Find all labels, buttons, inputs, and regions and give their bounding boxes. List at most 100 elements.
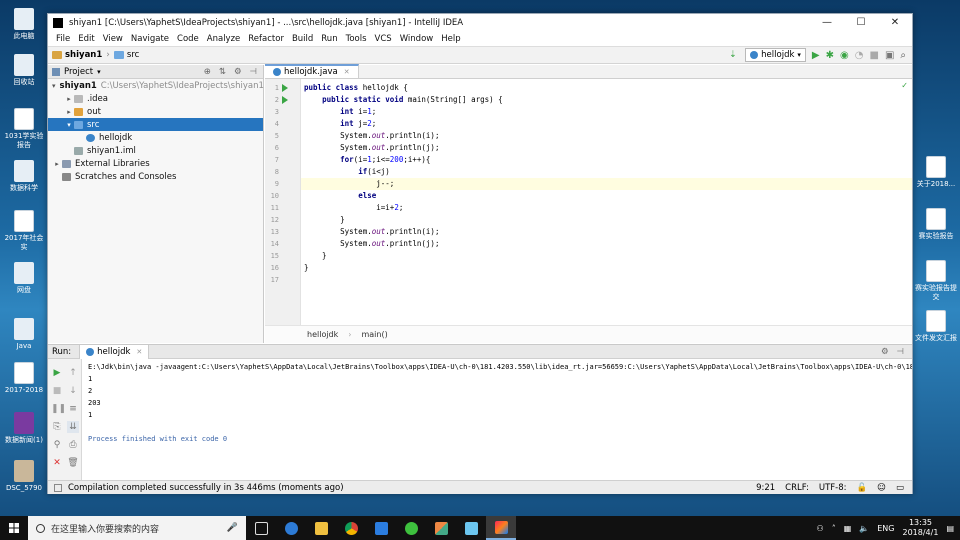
code-line[interactable]: for(i=1;i<=200;i++){: [301, 154, 912, 166]
expand-arrow-icon[interactable]: ▾: [52, 82, 56, 90]
desktop-icon[interactable]: 赛实验报告提交: [914, 260, 958, 302]
clock[interactable]: 13:35 2018/4/1: [903, 518, 939, 538]
volume-icon[interactable]: 🔈: [859, 524, 869, 533]
desktop-icon[interactable]: 1031学实验报告: [2, 108, 46, 150]
desktop-icon[interactable]: 回收站: [2, 54, 46, 87]
editor-breadcrumb-method[interactable]: main(): [361, 330, 387, 339]
run-config-select[interactable]: hellojdk ▾: [745, 48, 806, 62]
soft-wrap-icon[interactable]: ≡: [67, 403, 79, 415]
project-pane-title[interactable]: Project: [64, 67, 93, 77]
taskbar-explorer[interactable]: [306, 516, 336, 540]
desktop-icon[interactable]: 文件发文汇报: [914, 310, 958, 343]
project-structure-icon[interactable]: ▣: [885, 50, 894, 61]
input-language[interactable]: ENG: [877, 524, 894, 533]
tree-item[interactable]: ▾ shiyan1 C:\Users\YaphetS\IdeaProjects\sh…: [48, 79, 264, 92]
debug-icon[interactable]: ✱: [826, 50, 834, 61]
run-tab[interactable]: hellojdk ✕: [79, 344, 150, 359]
code-line[interactable]: System.out.println(i);: [301, 226, 912, 238]
editor-breadcrumb-class[interactable]: hellojdk: [307, 330, 338, 339]
search-icon[interactable]: ⌕: [900, 50, 906, 61]
stop-icon[interactable]: ■: [51, 385, 63, 397]
code-line[interactable]: System.out.println(j);: [301, 142, 912, 154]
menu-tools[interactable]: Tools: [342, 34, 371, 44]
tree-item[interactable]: Scratches and Consoles: [48, 170, 263, 183]
coverage-icon[interactable]: ◉: [840, 50, 849, 61]
tree-item[interactable]: hellojdk: [48, 131, 263, 144]
menu-view[interactable]: View: [99, 34, 127, 44]
status-toggle-icon[interactable]: [54, 483, 62, 492]
microphone-icon[interactable]: 🎤: [227, 523, 238, 533]
code-line[interactable]: i=i+2;: [301, 202, 912, 214]
minimize-button[interactable]: —: [810, 14, 844, 32]
menu-run[interactable]: Run: [317, 34, 341, 44]
close-icon[interactable]: ✕: [136, 348, 142, 356]
run-icon[interactable]: ▶: [812, 50, 820, 61]
hide-icon[interactable]: ⊣: [250, 67, 257, 77]
gutter-run-icon[interactable]: [282, 96, 288, 104]
arrow-up-icon[interactable]: ↑: [67, 367, 79, 379]
editor-tab[interactable]: hellojdk.java ✕: [265, 64, 359, 78]
desktop-icon[interactable]: Java: [2, 318, 46, 351]
file-encoding[interactable]: UTF-8:: [819, 483, 847, 493]
code-line[interactable]: System.out.println(j);: [301, 238, 912, 250]
code-line[interactable]: int j=2;: [301, 118, 912, 130]
tree-item[interactable]: ▸ External Libraries: [48, 157, 263, 170]
desktop-icon[interactable]: DSC_5790: [2, 460, 46, 493]
scroll-to-end-icon[interactable]: ⇊: [67, 421, 79, 433]
menu-vcs[interactable]: VCS: [371, 34, 396, 44]
tree-item[interactable]: ▸ out: [48, 105, 263, 118]
profile-icon[interactable]: ◔: [855, 50, 864, 61]
caret-position[interactable]: 9:21: [756, 483, 775, 493]
taskbar-wechat[interactable]: [396, 516, 426, 540]
pause-icon[interactable]: ❚❚: [51, 403, 66, 415]
lock-icon[interactable]: 🔓: [857, 483, 868, 493]
task-view-button[interactable]: [246, 516, 276, 540]
expand-arrow-icon[interactable]: ▸: [64, 108, 74, 116]
menu-build[interactable]: Build: [288, 34, 317, 44]
arrow-down-icon[interactable]: ↓: [67, 385, 79, 397]
tree-item[interactable]: ▾ src: [48, 118, 263, 131]
breadcrumb-src[interactable]: src: [113, 50, 139, 60]
trash-icon[interactable]: 🗑: [67, 457, 79, 469]
close-button[interactable]: ✕: [878, 14, 912, 32]
gutter-run-icon[interactable]: [282, 84, 288, 92]
desktop-icon[interactable]: 2017-2018: [2, 362, 46, 395]
expand-arrow-icon[interactable]: ▸: [52, 160, 62, 168]
locate-icon[interactable]: ⊕: [204, 67, 211, 77]
taskbar-app[interactable]: [426, 516, 456, 540]
desktop-icon[interactable]: 关于2018...: [914, 156, 958, 189]
gear-icon[interactable]: ⚙: [881, 347, 889, 357]
taskbar-intellij[interactable]: [486, 516, 516, 540]
chevron-up-icon[interactable]: ˄: [832, 524, 836, 533]
line-separator[interactable]: CRLF:: [785, 483, 809, 493]
code-line[interactable]: public static void main(String[] args) {: [301, 94, 912, 106]
taskbar-chrome[interactable]: [336, 516, 366, 540]
title-bar[interactable]: shiyan1 [C:\Users\YaphetS\IdeaProjects\s…: [48, 14, 912, 32]
code-line[interactable]: }: [301, 262, 912, 274]
people-icon[interactable]: ⚇: [817, 524, 824, 533]
notification-icon[interactable]: ▤: [946, 524, 954, 533]
status-message[interactable]: Compilation completed successfully in 3s…: [68, 483, 344, 493]
menu-help[interactable]: Help: [437, 34, 464, 44]
start-button[interactable]: [0, 516, 28, 540]
expand-arrow-icon[interactable]: ▾: [64, 121, 74, 129]
desktop-icon[interactable]: 数据新闻(1): [2, 412, 46, 445]
console-output[interactable]: E:\Jdk\bin\java -javaagent:C:\Users\Yaph…: [88, 361, 912, 480]
desktop-icon[interactable]: 2017年社会实: [2, 210, 46, 252]
menu-refactor[interactable]: Refactor: [244, 34, 288, 44]
collapse-icon[interactable]: ⇅: [219, 67, 226, 77]
menu-edit[interactable]: Edit: [74, 34, 98, 44]
rerun-icon[interactable]: ▶: [51, 367, 63, 379]
taskbar-edge[interactable]: [276, 516, 306, 540]
network-icon[interactable]: ▦: [844, 524, 852, 533]
code-line[interactable]: }: [301, 250, 912, 262]
menu-window[interactable]: Window: [396, 34, 438, 44]
taskbar-app[interactable]: [456, 516, 486, 540]
code-line[interactable]: j--;: [301, 178, 912, 190]
menu-file[interactable]: File: [52, 34, 74, 44]
taskbar-app[interactable]: [366, 516, 396, 540]
menu-code[interactable]: Code: [173, 34, 203, 44]
chevron-down-icon[interactable]: ▾: [97, 68, 101, 76]
close-icon[interactable]: ✕: [344, 68, 350, 76]
desktop-icon[interactable]: 赛实验报告: [914, 208, 958, 241]
